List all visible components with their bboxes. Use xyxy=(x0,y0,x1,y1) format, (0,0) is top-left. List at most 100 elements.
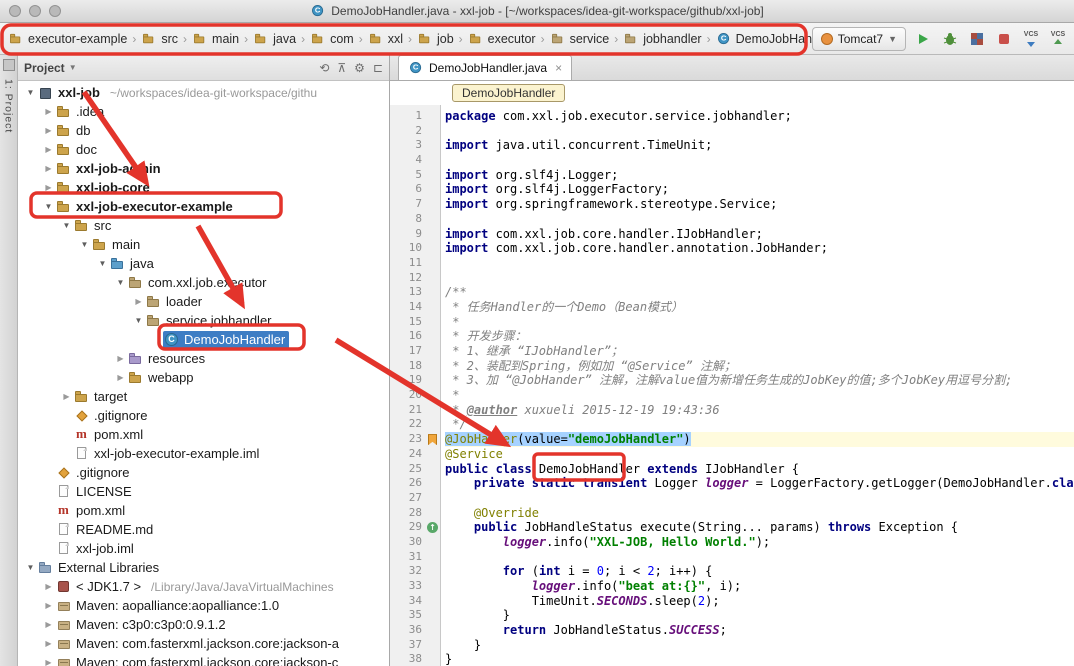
run-button[interactable] xyxy=(913,29,933,49)
breadcrumb-job[interactable]: job xyxy=(415,30,456,48)
tree-item-gitignore[interactable]: .gitignore xyxy=(18,406,389,425)
tree-item-readme-md[interactable]: README.md xyxy=(18,520,389,539)
stop-button[interactable] xyxy=(994,29,1014,49)
breadcrumb-executor[interactable]: executor xyxy=(466,30,538,48)
breadcrumb-java[interactable]: java xyxy=(251,30,298,48)
tree-item-maven-aopalliance-aopalliance-1-0[interactable]: ▶Maven: aopalliance:aopalliance:1.0 xyxy=(18,596,389,615)
project-tree[interactable]: ▼xxl-job~/workspaces/idea-git-workspace/… xyxy=(18,81,389,666)
chevron-right-icon[interactable]: ▶ xyxy=(42,126,55,135)
hide-panel-icon[interactable]: ⊏ xyxy=(373,61,383,75)
chevron-right-icon[interactable]: ▶ xyxy=(42,107,55,116)
folder-icon xyxy=(56,123,72,139)
tree-item-webapp[interactable]: ▶webapp xyxy=(18,368,389,387)
tree-item-xxl-job[interactable]: ▼xxl-job~/workspaces/idea-git-workspace/… xyxy=(18,83,389,102)
chevron-down-icon: ▼ xyxy=(888,34,897,44)
package-icon xyxy=(551,32,565,46)
gutter-markers[interactable]: ↑ xyxy=(426,105,441,666)
vcs-update-button[interactable]: VCS xyxy=(1021,29,1041,49)
vcs-commit-button[interactable]: VCS xyxy=(1048,29,1068,49)
run-configuration-selector[interactable]: Tomcat7 ▼ xyxy=(812,27,906,51)
editor-breadcrumb-pill[interactable]: DemoJobHandler xyxy=(452,84,565,102)
tab-demojobhandler-java[interactable]: DemoJobHandler.java × xyxy=(398,55,572,80)
close-window-button[interactable] xyxy=(9,5,21,17)
breadcrumb-service[interactable]: service xyxy=(548,30,612,48)
breadcrumb-main[interactable]: main xyxy=(190,30,241,48)
chevron-right-icon[interactable]: ▶ xyxy=(42,145,55,154)
project-panel: Project ▼ ⟲ ⊼ ⚙ ⊏ ▼xxl-job~/workspaces/i… xyxy=(18,55,390,666)
tree-item-resources[interactable]: ▶resources xyxy=(18,349,389,368)
breadcrumb-src[interactable]: src xyxy=(139,30,180,48)
tree-item-gitignore[interactable]: .gitignore xyxy=(18,463,389,482)
code-lines[interactable]: package com.xxl.job.executor.service.job… xyxy=(441,105,1074,666)
chevron-right-icon[interactable]: ▶ xyxy=(42,601,55,610)
chevron-right-icon[interactable]: ▶ xyxy=(60,392,73,401)
sync-icon[interactable]: ⟲ xyxy=(319,61,329,75)
tree-item-demojobhandler[interactable]: DemoJobHandler xyxy=(18,330,389,349)
tree-item-xxl-job-core[interactable]: ▶xxl-job-core xyxy=(18,178,389,197)
tree-item-target[interactable]: ▶target xyxy=(18,387,389,406)
tree-item-xxl-job-admin[interactable]: ▶xxl-job-admin xyxy=(18,159,389,178)
chevron-down-icon[interactable]: ▼ xyxy=(114,278,127,287)
tree-item-maven-c3p0-c3p0-0-9-1-2[interactable]: ▶Maven: c3p0:c3p0:0.9.1.2 xyxy=(18,615,389,634)
tree-item-xxl-job-executor-example-iml[interactable]: xxl-job-executor-example.iml xyxy=(18,444,389,463)
debug-button[interactable] xyxy=(940,29,960,49)
module-icon xyxy=(38,85,54,101)
breadcrumb-separator: › xyxy=(707,32,711,46)
chevron-right-icon[interactable]: ▶ xyxy=(114,373,127,382)
package-icon xyxy=(128,275,144,291)
zoom-window-button[interactable] xyxy=(49,5,61,17)
chevron-right-icon[interactable]: ▶ xyxy=(42,620,55,629)
chevron-right-icon[interactable]: ▶ xyxy=(42,183,55,192)
tree-item-maven-com-fasterxml-jackson-core-jackson-a[interactable]: ▶Maven: com.fasterxml.jackson.core:jacks… xyxy=(18,634,389,653)
tree-item-xxl-job-iml[interactable]: xxl-job.iml xyxy=(18,539,389,558)
chevron-right-icon[interactable]: ▶ xyxy=(42,582,55,591)
code-editor[interactable]: 1234567891011121314151617181920212223242… xyxy=(390,105,1074,666)
tree-item-pom-xml[interactable]: pom.xml xyxy=(18,425,389,444)
chevron-right-icon[interactable]: ▶ xyxy=(114,354,127,363)
tree-item-src[interactable]: ▼src xyxy=(18,216,389,235)
breadcrumb-com[interactable]: com xyxy=(308,30,356,48)
chevron-down-icon[interactable]: ▼ xyxy=(24,563,37,572)
chevron-down-icon[interactable]: ▼ xyxy=(78,240,91,249)
tree-item-db[interactable]: ▶db xyxy=(18,121,389,140)
chevron-right-icon[interactable]: ▶ xyxy=(42,164,55,173)
tree-item-external-libraries[interactable]: ▼External Libraries xyxy=(18,558,389,577)
tree-item-maven-com-fasterxml-jackson-core-jackson-c[interactable]: ▶Maven: com.fasterxml.jackson.core:jacks… xyxy=(18,653,389,666)
chevron-down-icon[interactable]: ▼ xyxy=(96,259,109,268)
tree-item-xxl-job-executor-example[interactable]: ▼xxl-job-executor-example xyxy=(18,197,389,216)
settings-gear-icon[interactable]: ⚙ xyxy=(354,61,365,75)
chevron-down-icon[interactable]: ▼ xyxy=(42,202,55,211)
tree-item-jdk1-7[interactable]: ▶< JDK1.7 >/Library/Java/JavaVirtualMach… xyxy=(18,577,389,596)
tree-item-main[interactable]: ▼main xyxy=(18,235,389,254)
project-toolwindow-button[interactable]: 1: Project xyxy=(3,79,15,133)
coverage-button[interactable] xyxy=(967,29,987,49)
bookmark-icon[interactable] xyxy=(428,434,437,445)
chevron-down-icon[interactable]: ▼ xyxy=(24,88,37,97)
breadcrumb-demojobhandler[interactable]: DemoJobHandler xyxy=(714,30,812,48)
breadcrumb-separator: › xyxy=(541,32,545,46)
chevron-down-icon[interactable]: ▼ xyxy=(132,316,145,325)
project-view-selector[interactable]: Project ▼ xyxy=(24,61,77,75)
chevron-right-icon[interactable]: ▶ xyxy=(132,297,145,306)
gutter-numbers[interactable]: 1234567891011121314151617181920212223242… xyxy=(390,105,426,666)
override-marker-icon[interactable]: ↑ xyxy=(427,522,438,533)
tree-item-pom-xml[interactable]: pom.xml xyxy=(18,501,389,520)
tree-item-license[interactable]: LICENSE xyxy=(18,482,389,501)
tree-item-com-xxl-job-executor[interactable]: ▼com.xxl.job.executor xyxy=(18,273,389,292)
collapse-all-icon[interactable]: ⊼ xyxy=(337,61,346,75)
file-icon xyxy=(56,484,72,500)
tomcat-icon xyxy=(821,33,833,45)
tree-item-service-jobhandler[interactable]: ▼service.jobhandler xyxy=(18,311,389,330)
tree-item-idea[interactable]: ▶.idea xyxy=(18,102,389,121)
close-tab-icon[interactable]: × xyxy=(555,61,562,75)
chevron-down-icon[interactable]: ▼ xyxy=(60,221,73,230)
tree-item-loader[interactable]: ▶loader xyxy=(18,292,389,311)
minimize-window-button[interactable] xyxy=(29,5,41,17)
breadcrumb-xxl[interactable]: xxl xyxy=(366,30,405,48)
package-icon xyxy=(146,313,162,329)
chevron-right-icon[interactable]: ▶ xyxy=(42,639,55,648)
breadcrumb-executor-example[interactable]: executor-example xyxy=(6,30,129,48)
tree-item-java[interactable]: ▼java xyxy=(18,254,389,273)
breadcrumb-jobhandler[interactable]: jobhandler xyxy=(621,30,703,48)
tree-item-doc[interactable]: ▶doc xyxy=(18,140,389,159)
